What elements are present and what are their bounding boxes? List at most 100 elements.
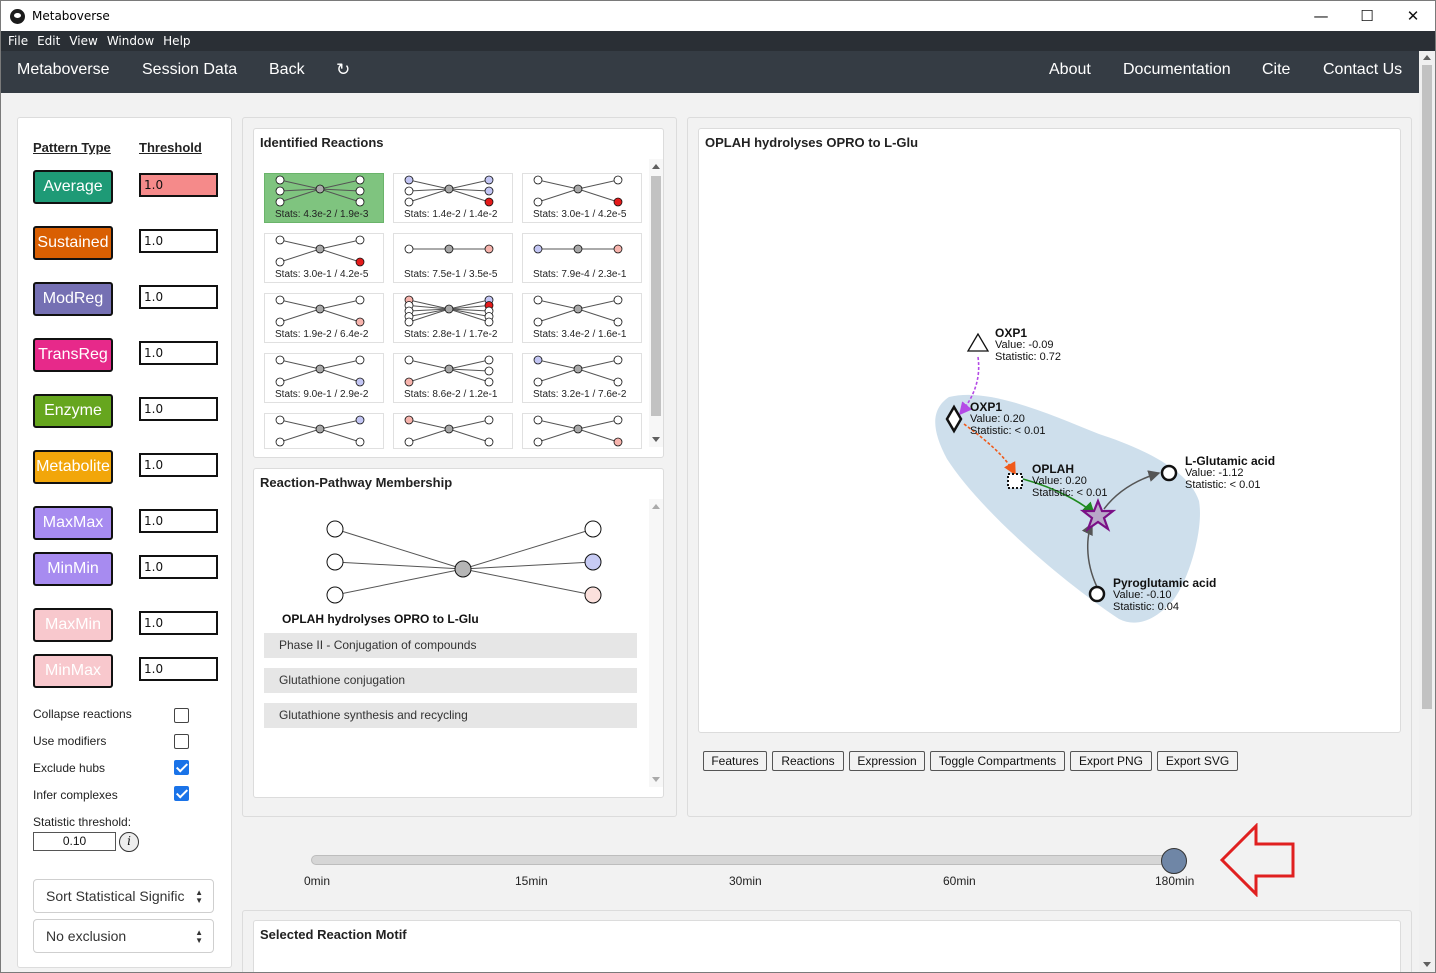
infer-complexes-checkbox[interactable] (174, 786, 189, 801)
reaction-motif-cell[interactable]: Stats: 3.0e-1 / 4.2e-5 (522, 173, 642, 223)
scroll-down-icon[interactable] (652, 437, 660, 442)
reaction-motif-cell[interactable]: Stats: 1.4e-2 / 1.4e-2 (393, 173, 513, 223)
reaction-motif-cell[interactable] (264, 413, 384, 449)
pattern-average-button[interactable]: Average (33, 170, 113, 204)
use-modifiers-checkbox[interactable] (174, 734, 189, 749)
threshold-input-modreg[interactable]: 1.0 (139, 285, 218, 309)
menu-window[interactable]: Window (107, 31, 154, 51)
nav-contact-us[interactable]: Contact Us (1323, 61, 1402, 79)
pattern-modreg-button[interactable]: ModReg (33, 282, 113, 316)
scrollbar-thumb[interactable] (651, 176, 661, 416)
reaction-motif-thumbnail (533, 175, 623, 207)
option-collapse-reactions: Collapse reactions (33, 707, 132, 721)
pattern-minmin-button[interactable]: MinMin (33, 552, 113, 586)
scroll-up-icon[interactable] (652, 504, 660, 509)
pattern-enzyme-button[interactable]: Enzyme (33, 394, 113, 428)
exclude-hubs-checkbox[interactable] (174, 760, 189, 775)
nav-home[interactable]: Metaboverse (17, 61, 110, 79)
pathway-membership-panel: Reaction-Pathway Membership OPLAH hydrol… (253, 468, 664, 798)
scroll-up-icon[interactable] (1423, 55, 1431, 60)
menu-edit[interactable]: Edit (37, 31, 60, 51)
pathway-item[interactable]: Glutathione conjugation (264, 668, 637, 693)
scrollbar-thumb[interactable] (1422, 65, 1432, 709)
nav-documentation[interactable]: Documentation (1123, 61, 1231, 79)
reaction-motif-cell[interactable]: Stats: 1.9e-2 / 6.4e-2 (264, 293, 384, 343)
maximize-button[interactable]: ☐ (1344, 1, 1390, 31)
close-button[interactable]: ✕ (1390, 1, 1435, 31)
threshold-input-average[interactable]: 1.0 (139, 173, 218, 197)
toggle-compartments-button[interactable]: Toggle Compartments (930, 751, 1065, 771)
reaction-stats: Stats: 8.6e-2 / 1.2e-1 (404, 389, 498, 400)
refresh-icon[interactable]: ↻ (336, 60, 350, 80)
threshold-input-maxmin[interactable]: 1.0 (139, 611, 218, 635)
sort-select[interactable]: Sort Statistical Signific ▲ ▼ (33, 879, 214, 913)
reaction-motif-cell[interactable]: Stats: 7.9e-4 / 2.3e-1 (522, 233, 642, 283)
slider-handle[interactable] (1161, 848, 1187, 874)
reaction-motif-cell[interactable] (393, 413, 513, 449)
reaction-stats: Stats: 3.4e-2 / 1.6e-1 (533, 329, 627, 340)
membership-scrollbar[interactable] (649, 499, 663, 787)
statistic-threshold-input[interactable]: 0.10 (33, 832, 116, 851)
timepoint-slider[interactable] (311, 855, 1176, 865)
reactions-scrollbar[interactable] (649, 159, 663, 447)
reactions-button[interactable]: Reactions (772, 751, 844, 771)
menu-file[interactable]: File (8, 31, 28, 51)
threshold-input-transreg[interactable]: 1.0 (139, 341, 218, 365)
threshold-input-maxmax[interactable]: 1.0 (139, 509, 218, 533)
threshold-input-minmax[interactable]: 1.0 (139, 657, 218, 681)
threshold-input-sustained[interactable]: 1.0 (139, 229, 218, 253)
scroll-up-icon[interactable] (652, 164, 660, 169)
info-icon[interactable]: i (119, 832, 139, 852)
pathway-item[interactable]: Glutathione synthesis and recycling (264, 703, 637, 728)
menu-view[interactable]: View (69, 31, 97, 51)
pattern-transreg-button[interactable]: TransReg (33, 338, 113, 372)
expression-button[interactable]: Expression (849, 751, 925, 771)
menu-help[interactable]: Help (163, 31, 190, 51)
minimize-button[interactable]: — (1298, 1, 1344, 31)
network-node-label[interactable]: OPLAH Value: 0.20 Statistic: < 0.01 (1032, 463, 1108, 499)
nav-bar: Metaboverse Session Data Back ↻ About Do… (1, 51, 1419, 93)
window-scrollbar[interactable] (1419, 51, 1435, 972)
membership-motif-graph (326, 520, 602, 604)
reaction-motif-thumbnail (404, 295, 494, 327)
threshold-input-enzyme[interactable]: 1.0 (139, 397, 218, 421)
reaction-motif-cell[interactable]: Stats: 8.6e-2 / 1.2e-1 (393, 353, 513, 403)
reaction-motif-thumbnail (533, 295, 623, 327)
exclusion-select[interactable]: No exclusion ▲ ▼ (33, 919, 214, 953)
nav-about[interactable]: About (1049, 61, 1091, 79)
reaction-motif-cell[interactable]: Stats: 3.2e-1 / 7.6e-2 (522, 353, 642, 403)
network-node-label[interactable]: OXP1 Value: 0.20 Statistic: < 0.01 (970, 401, 1046, 437)
export-png-button[interactable]: Export PNG (1070, 751, 1152, 771)
reaction-motif-cell[interactable]: Stats: 2.8e-1 / 1.7e-2 (393, 293, 513, 343)
nav-back[interactable]: Back (269, 61, 305, 79)
collapse-reactions-checkbox[interactable] (174, 708, 189, 723)
pattern-maxmax-button[interactable]: MaxMax (33, 506, 113, 540)
scroll-down-icon[interactable] (1423, 962, 1431, 967)
features-button[interactable]: Features (703, 751, 767, 771)
network-node-label[interactable]: OXP1 Value: -0.09 Statistic: 0.72 (995, 327, 1061, 363)
network-node-label[interactable]: L-Glutamic acid Value: -1.12 Statistic: < … (1185, 455, 1275, 491)
pathway-item[interactable]: Phase II - Conjugation of compounds (264, 633, 637, 658)
export-svg-button[interactable]: Export SVG (1157, 751, 1238, 771)
reaction-motif-cell[interactable]: Stats: 3.0e-1 / 4.2e-5 (264, 233, 384, 283)
reaction-motif-cell[interactable] (522, 413, 642, 449)
nav-cite[interactable]: Cite (1262, 61, 1290, 79)
network-node-label[interactable]: Pyroglutamic acid Value: -0.10 Statistic: … (1113, 577, 1216, 613)
pattern-metabolite-button[interactable]: Metabolite (33, 450, 113, 484)
reaction-motif-cell[interactable]: Stats: 9.0e-1 / 2.9e-2 (264, 353, 384, 403)
scroll-down-icon[interactable] (652, 777, 660, 782)
reaction-motif-thumbnail (275, 175, 365, 207)
reaction-motif-cell[interactable]: Stats: 3.4e-2 / 1.6e-1 (522, 293, 642, 343)
reaction-motif-cell[interactable]: Stats: 7.5e-1 / 3.5e-5 (393, 233, 513, 283)
window-title: Metaboverse (32, 9, 110, 23)
timepoint-label: 15min (515, 874, 548, 888)
threshold-input-minmin[interactable]: 1.0 (139, 555, 218, 579)
node-statistic: Statistic: < 0.01 (970, 425, 1046, 437)
pattern-sustained-button[interactable]: Sustained (33, 226, 113, 260)
reaction-motif-thumbnail (275, 355, 365, 387)
pattern-maxmin-button[interactable]: MaxMin (33, 608, 113, 642)
nav-session-data[interactable]: Session Data (142, 61, 237, 79)
reaction-motif-cell[interactable]: Stats: 4.3e-2 / 1.9e-3 (264, 173, 384, 223)
threshold-input-metabolite[interactable]: 1.0 (139, 453, 218, 477)
pattern-minmax-button[interactable]: MinMax (33, 654, 113, 688)
